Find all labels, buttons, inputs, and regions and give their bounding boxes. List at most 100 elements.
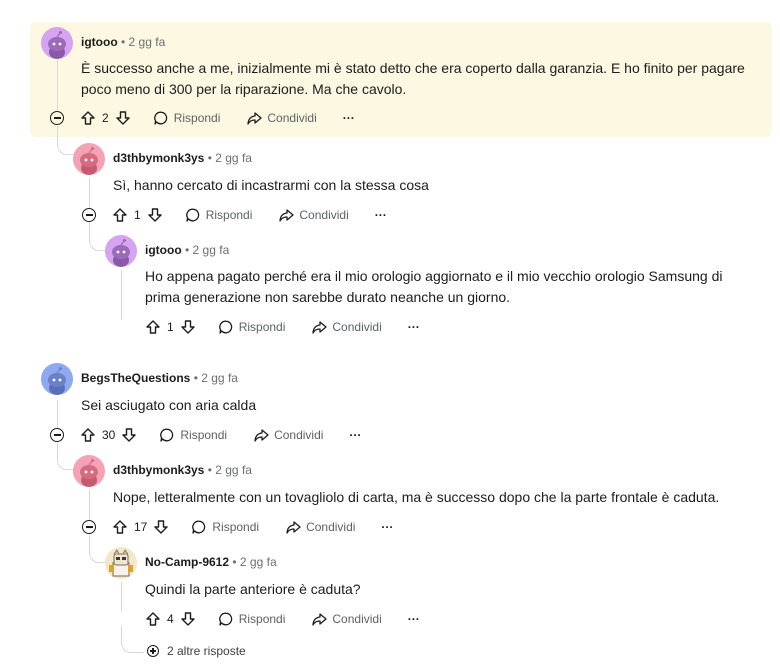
comment-meta: BegsTheQuestions • 2 gg fa: [81, 370, 238, 386]
reply-button[interactable]: Rispondi: [191, 519, 259, 535]
avatar[interactable]: [41, 363, 73, 395]
vote-count: 17: [134, 520, 148, 534]
vote-count: 2: [102, 111, 109, 125]
comment-actions: 2 Rispondi Condividi ···: [80, 108, 355, 128]
upvote-button[interactable]: [112, 519, 128, 535]
more-options-button[interactable]: ···: [349, 428, 361, 442]
reply-label: Rispondi: [173, 111, 221, 125]
timestamp[interactable]: 2 gg fa: [193, 243, 230, 257]
comment-text: Sei asciugato con aria calda: [81, 397, 257, 413]
thread-connector: [121, 626, 144, 653]
share-arrow-icon: [254, 429, 269, 442]
timestamp[interactable]: 2 gg fa: [240, 555, 277, 569]
share-button[interactable]: Condividi: [246, 110, 317, 126]
share-label: Condividi: [267, 111, 317, 125]
collapse-icon[interactable]: [50, 428, 64, 442]
avatar[interactable]: [105, 547, 137, 579]
upvote-button[interactable]: [112, 207, 128, 223]
thread-line: [121, 582, 122, 612]
username[interactable]: No-Camp-9612: [145, 555, 229, 569]
username[interactable]: BegsTheQuestions: [81, 371, 190, 385]
username[interactable]: d3thbymonk3ys: [113, 463, 204, 477]
comment-meta: d3thbymonk3ys • 2 gg fa: [113, 462, 252, 478]
downvote-button[interactable]: [147, 207, 163, 223]
share-button[interactable]: Condividi: [285, 519, 355, 535]
downvote-button[interactable]: [180, 611, 196, 627]
arrow-up-icon: [113, 208, 127, 222]
share-arrow-icon: [286, 521, 301, 534]
custom-avatar-icon: [109, 549, 133, 577]
more-options-button[interactable]: ···: [408, 612, 420, 626]
avatar[interactable]: [105, 235, 137, 267]
share-button[interactable]: Condividi: [253, 427, 323, 443]
comment-actions: 17 Rispondi Condividi ···: [112, 517, 393, 537]
downvote-button[interactable]: [121, 427, 137, 443]
more-options-button[interactable]: ···: [408, 320, 420, 334]
reply-button[interactable]: Rispondi: [185, 207, 252, 223]
reply-button[interactable]: Rispondi: [153, 110, 221, 126]
collapse-icon[interactable]: [50, 111, 64, 125]
username[interactable]: igtooo: [145, 243, 182, 257]
arrow-up-icon: [146, 320, 160, 334]
comment-text: È successo anche a me, inizialmente mi è…: [81, 60, 745, 97]
collapse-icon[interactable]: [82, 208, 96, 222]
thread-connector: [89, 535, 106, 563]
speech-bubble-icon: [185, 208, 199, 222]
speech-bubble-icon: [192, 520, 206, 534]
reply-button[interactable]: Rispondi: [159, 427, 227, 443]
upvote-button[interactable]: [145, 319, 161, 335]
arrow-up-icon: [113, 520, 127, 534]
snoo-avatar-icon: [48, 31, 66, 59]
username[interactable]: igtooo: [81, 35, 118, 49]
share-button[interactable]: Condividi: [311, 319, 382, 335]
more-replies-button[interactable]: 2 altre risposte: [147, 644, 246, 658]
timestamp[interactable]: 2 gg fa: [215, 151, 252, 165]
snoo-avatar-icon: [48, 367, 66, 395]
timestamp[interactable]: 2 gg fa: [201, 371, 238, 385]
arrow-up-icon: [81, 111, 95, 125]
share-label: Condividi: [332, 320, 382, 334]
reply-button[interactable]: Rispondi: [218, 319, 285, 335]
more-options-button[interactable]: ···: [343, 111, 355, 125]
share-arrow-icon: [312, 613, 328, 626]
avatar[interactable]: [73, 143, 105, 175]
upvote-button[interactable]: [80, 427, 96, 443]
comment-meta: d3thbymonk3ys • 2 gg fa: [113, 150, 252, 166]
share-arrow-icon: [312, 321, 328, 334]
downvote-button[interactable]: [180, 319, 196, 335]
reply-label: Rispondi: [238, 612, 286, 626]
share-button[interactable]: Condividi: [311, 611, 382, 627]
timestamp[interactable]: 2 gg fa: [215, 463, 252, 477]
share-arrow-icon: [279, 209, 295, 222]
comment-text: Ho appena pagato perché era il mio orolo…: [145, 268, 723, 305]
speech-bubble-icon: [153, 111, 167, 125]
reply-label: Rispondi: [180, 428, 228, 442]
reply-button[interactable]: Rispondi: [218, 611, 286, 627]
avatar[interactable]: [41, 27, 73, 59]
snoo-avatar-icon: [80, 459, 98, 487]
collapse-icon[interactable]: [82, 520, 96, 534]
more-options-button[interactable]: ···: [375, 208, 387, 222]
share-button[interactable]: Condividi: [278, 207, 349, 223]
username[interactable]: d3thbymonk3ys: [113, 151, 204, 165]
reply-label: Rispondi: [212, 520, 260, 534]
avatar[interactable]: [73, 455, 105, 487]
share-label: Condividi: [274, 428, 324, 442]
speech-bubble-icon: [218, 612, 232, 626]
separator: •: [207, 463, 212, 477]
upvote-button[interactable]: [145, 611, 161, 627]
comment-text: Nope, letteralmente con un tovagliolo di…: [113, 489, 720, 505]
separator: •: [207, 151, 212, 165]
comment-meta: igtooo • 2 gg fa: [145, 242, 229, 258]
separator: •: [232, 555, 237, 569]
upvote-button[interactable]: [80, 110, 96, 126]
downvote-button[interactable]: [153, 519, 169, 535]
thread-connector: [57, 126, 74, 155]
vote-count: 30: [102, 428, 116, 442]
timestamp[interactable]: 2 gg fa: [129, 35, 166, 49]
thread-connector: [57, 443, 74, 470]
arrow-up-icon: [81, 428, 95, 442]
downvote-button[interactable]: [115, 110, 131, 126]
plus-circle-icon: [147, 645, 159, 657]
more-options-button[interactable]: ···: [381, 520, 393, 534]
